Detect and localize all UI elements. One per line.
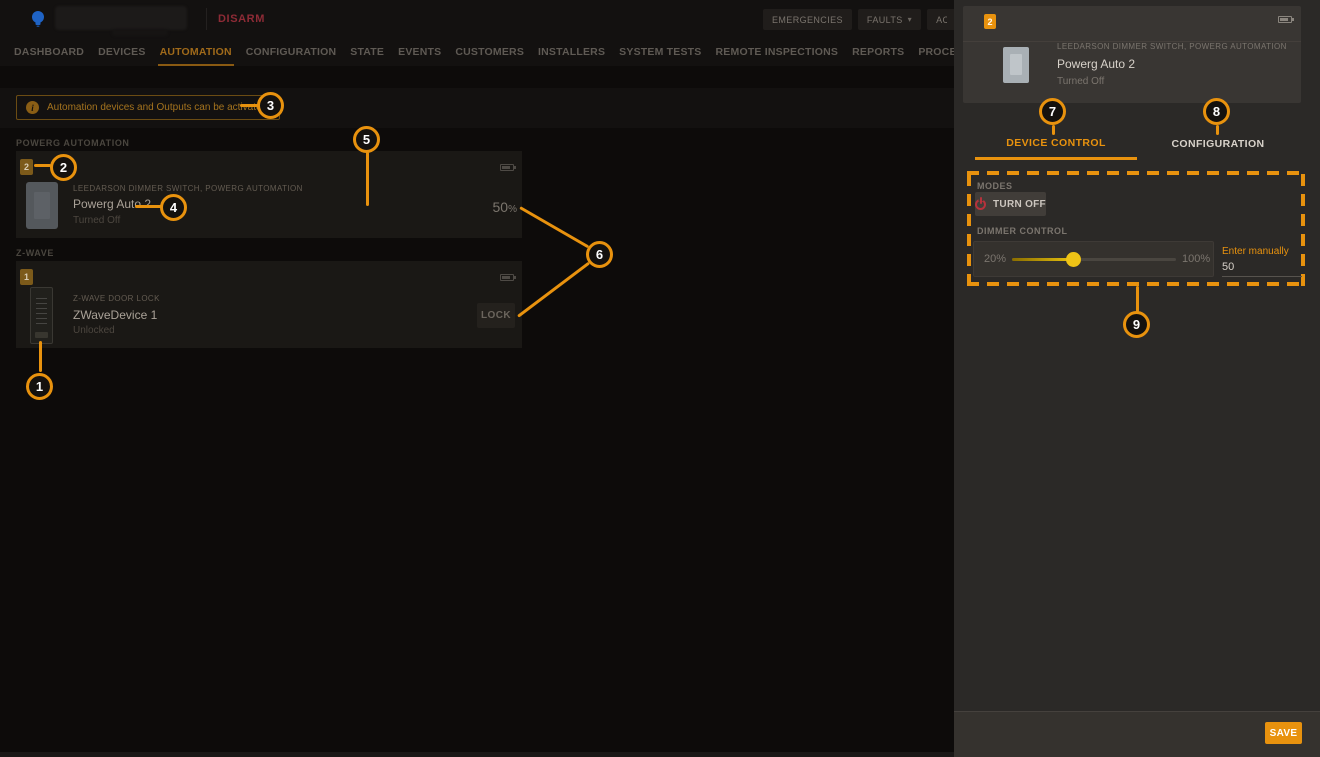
callout-2: 2 [50, 154, 77, 181]
dimmer-control-label: DIMMER CONTROL [977, 226, 1068, 236]
dimmer-device-image [1003, 47, 1029, 83]
dimmer-plate [1010, 54, 1022, 75]
lock-keypad [36, 296, 47, 324]
callout-line-5 [366, 152, 369, 206]
device-type-label: Z-WAVE DOOR LOCK [73, 294, 160, 303]
turn-off-label: TURN OFF [993, 199, 1046, 210]
device-name: Powerg Auto 2 [1057, 57, 1135, 71]
section-title-zwave: Z-WAVE [16, 248, 54, 258]
emergencies-label: EMERGENCIES [772, 15, 843, 25]
emergencies-button[interactable]: EMERGENCIES [763, 9, 852, 30]
device-type-label: LEEDARSON DIMMER SWITCH, POWERG AUTOMATI… [73, 184, 303, 193]
lock-handle [35, 332, 48, 338]
callout-line-6a [519, 206, 589, 248]
activation-notice: i Automation devices and Outputs can be … [16, 95, 280, 120]
zone-badge: 2 [20, 159, 33, 175]
topbar: DISARM EMERGENCIES FAULTS▾ ACTIONS▾ DASH… [0, 0, 954, 66]
callout-4: 4 [160, 194, 187, 221]
dimmer-slider-fill [1012, 258, 1073, 261]
nav-installers[interactable]: INSTALLERS [532, 38, 611, 66]
battery-icon [500, 164, 514, 171]
callout-line-9 [1136, 286, 1139, 312]
nav-dashboard[interactable]: DASHBOARD [8, 38, 90, 66]
nav-events[interactable]: EVENTS [392, 38, 447, 66]
callout-line-6b [517, 262, 590, 318]
device-status: Unlocked [73, 325, 115, 336]
device-status: Turned Off [73, 215, 120, 226]
callout-9: 9 [1123, 311, 1150, 338]
dimmer-value: 50% [470, 199, 517, 215]
door-lock-device-image [30, 287, 53, 344]
battery-icon [500, 274, 514, 281]
callout-5: 5 [353, 126, 380, 153]
info-icon: i [26, 101, 39, 114]
turn-off-button[interactable]: TURN OFF [975, 192, 1046, 216]
nav-customers[interactable]: CUSTOMERS [449, 38, 530, 66]
callout-line-8 [1216, 125, 1219, 135]
main-nav: DASHBOARD DEVICES AUTOMATION CONFIGURATI… [8, 38, 1051, 66]
enter-manually-label: Enter manually [1222, 246, 1289, 257]
notice-text: Automation devices and Outputs can be ac… [47, 102, 267, 113]
device-name: Powerg Auto 2 [73, 197, 151, 211]
nav-configuration[interactable]: CONFIGURATION [240, 38, 342, 66]
device-detail-panel [954, 0, 1320, 757]
device-type-label: LEEDARSON DIMMER SWITCH, POWERG AUTOMATI… [1057, 42, 1287, 51]
power-icon [975, 199, 986, 210]
callout-3: 3 [257, 92, 284, 119]
nav-automation[interactable]: AUTOMATION [154, 38, 238, 66]
callout-line-4 [135, 205, 162, 208]
nav-devices[interactable]: DEVICES [92, 38, 152, 66]
tab-device-control[interactable]: DEVICE CONTROL [975, 128, 1137, 160]
nav-system-tests[interactable]: SYSTEM TESTS [613, 38, 707, 66]
dimmer-slider-thumb[interactable] [1066, 252, 1081, 267]
chevron-down-icon: ▾ [908, 15, 912, 24]
highlight-border-left [967, 171, 971, 286]
app-logo-subtitle [112, 29, 168, 36]
lock-button[interactable]: LOCK [477, 303, 515, 328]
callout-line-7 [1052, 125, 1055, 135]
device-name: ZWaveDevice 1 [73, 308, 157, 322]
callout-8: 8 [1203, 98, 1230, 125]
callout-line-2 [34, 164, 51, 167]
dimmer-value-number: 50 [493, 199, 509, 215]
battery-icon [1278, 16, 1292, 23]
app-screen: DISARM EMERGENCIES FAULTS▾ ACTIONS▾ DASH… [0, 0, 1320, 757]
callout-7: 7 [1039, 98, 1066, 125]
bottom-strip [0, 752, 954, 757]
slider-max-label: 100% [1182, 253, 1210, 265]
section-title-powerg: POWERG AUTOMATION [16, 138, 130, 148]
lightbulb-icon [30, 10, 46, 28]
disarm-status[interactable]: DISARM [218, 13, 265, 25]
callout-line-1 [39, 341, 42, 372]
callout-6: 6 [586, 241, 613, 268]
callout-1: 1 [26, 373, 53, 400]
dimmer-device-image [26, 182, 58, 229]
zone-badge: 2 [984, 14, 996, 29]
save-button[interactable]: SAVE [1265, 722, 1302, 744]
highlight-border-top [967, 171, 1305, 175]
nav-remote-inspections[interactable]: REMOTE INSPECTIONS [710, 38, 845, 66]
faults-label: FAULTS [867, 15, 903, 25]
modes-label: MODES [977, 181, 1013, 191]
truncated-button[interactable] [947, 9, 954, 30]
nav-reports[interactable]: REPORTS [846, 38, 910, 66]
faults-button[interactable]: FAULTS ▾ [858, 9, 921, 30]
manual-input-underline [1222, 276, 1302, 277]
dimmer-plate [34, 192, 50, 219]
nav-state[interactable]: STATE [344, 38, 390, 66]
zone-badge: 1 [20, 269, 33, 285]
device-status: Turned Off [1057, 76, 1104, 87]
header-divider [206, 8, 207, 30]
app-logo [55, 6, 187, 30]
dimmer-value-unit: % [508, 204, 517, 215]
slider-min-label: 20% [984, 253, 1006, 265]
manual-value-input[interactable]: 50 [1222, 261, 1302, 273]
